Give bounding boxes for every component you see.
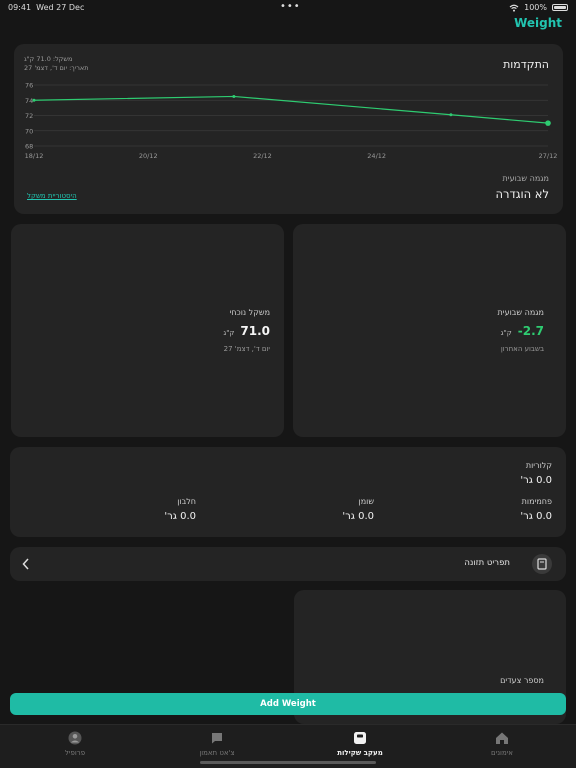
current-weight-label: משקל נוכחי	[229, 308, 271, 317]
chart-xtick-label: 20/12	[139, 152, 158, 160]
progress-card: התקדמות משקל: 71.0 ק"ג תאריך: יום ד', דצ…	[14, 44, 563, 214]
current-weight-date: יום ד', דצמ' 27	[223, 345, 270, 353]
carbs-label: פחמימות	[521, 497, 552, 506]
tab-workouts[interactable]: אימונים	[452, 731, 552, 757]
app-title: Weight	[514, 16, 562, 30]
weekly-trend-card-label: מגמה שבועית	[497, 308, 544, 317]
weekly-trend-label: מגמה שבועית	[502, 174, 549, 183]
chat-icon	[212, 733, 222, 744]
chart-data-point	[449, 113, 453, 117]
current-weight-value: 71.0	[240, 324, 270, 338]
nutrition-menu-row[interactable]: תפריט תזונה	[10, 547, 566, 581]
wifi-icon	[509, 4, 519, 12]
chart-xtick-label: 27/12	[539, 152, 558, 160]
tab-coach-chat-label: צ'אט תאמון	[199, 749, 235, 757]
weekly-trend-card-value: -2.7	[517, 324, 544, 338]
profile-icon	[68, 731, 82, 745]
chart-ytick-label: 70	[25, 127, 33, 135]
chart-ytick-label: 76	[25, 82, 33, 90]
status-right: 100%	[509, 3, 568, 12]
tab-coach-chat[interactable]: צ'אט תאמון	[167, 731, 267, 757]
tab-weight-tracking-label: מעקב שקילות	[337, 749, 383, 757]
weight-chart[interactable]: 68 70 72 74 76 18/12 20/12 22/12 24/12 27/12	[14, 44, 563, 169]
protein-value: 0.0 גר'	[164, 511, 196, 522]
status-time: 09:41 Wed 27 Dec	[8, 3, 85, 12]
carbs-value: 0.0 גר'	[520, 511, 552, 522]
battery-percent: 100%	[524, 3, 547, 12]
book-icon	[537, 558, 547, 570]
calories-value: 0.0 גר'	[520, 475, 552, 486]
tab-profile-label: פרופיל	[64, 749, 86, 757]
chart-ytick-label: 72	[25, 112, 33, 120]
chart-xtick-label: 18/12	[25, 152, 44, 160]
battery-icon	[552, 4, 568, 11]
tab-bar: אימונים מעקב שקילות צ'אט תאמון פרופיל	[0, 724, 576, 768]
multitask-dots[interactable]: •••	[280, 1, 301, 12]
chart-ytick-label: 68	[25, 143, 33, 151]
chart-data-point	[32, 98, 36, 102]
home-icon	[496, 732, 508, 744]
weekly-trend-card-value-row: ק"ג -2.7	[501, 324, 544, 338]
chart-xtick-label: 24/12	[367, 152, 386, 160]
calories-label: קלוריות	[525, 461, 552, 470]
protein-label: חלבון	[177, 497, 196, 506]
weekly-trend-value: לא הוגדרה	[495, 187, 549, 201]
tab-weight-tracking[interactable]: מעקב שקילות	[310, 731, 410, 757]
weekly-trend-card: מגמה שבועית ק"ג -2.7 בשבוע האחרון	[293, 224, 566, 437]
chart-data-point	[545, 120, 551, 126]
steps-label: מספר צעדים	[500, 676, 544, 685]
chevron-left-icon	[22, 558, 29, 570]
add-weight-button[interactable]: Add Weight	[10, 693, 566, 715]
menu-icon-badge	[532, 554, 552, 574]
scale-icon	[354, 732, 366, 744]
chart-ytick-label: 74	[25, 97, 33, 105]
tab-profile[interactable]: פרופיל	[25, 731, 125, 757]
weekly-trend-unit: ק"ג	[500, 329, 512, 337]
weekly-trend-card-sub: בשבוע האחרון	[500, 345, 544, 353]
current-weight-card: משקל נוכחי ק"ג 71.0 יום ד', דצמ' 27	[11, 224, 284, 437]
fat-value: 0.0 גר'	[342, 511, 374, 522]
tab-workouts-label: אימונים	[491, 749, 513, 757]
weight-history-link[interactable]: היסטוריית משקל	[27, 192, 77, 200]
nutrition-menu-label: תפריט תזונה	[464, 558, 510, 568]
chart-xtick-label: 22/12	[253, 152, 272, 160]
chart-data-point	[232, 94, 236, 98]
home-indicator	[200, 761, 376, 764]
nutrition-card: קלוריות 0.0 גר' פחמימות 0.0 גר' שומן 0.0…	[10, 447, 566, 537]
current-weight-value-row: ק"ג 71.0	[223, 324, 270, 338]
fat-label: שומן	[358, 497, 374, 506]
status-bar: 09:41 Wed 27 Dec ••• 100%	[0, 0, 576, 14]
current-weight-unit: ק"ג	[223, 329, 235, 337]
